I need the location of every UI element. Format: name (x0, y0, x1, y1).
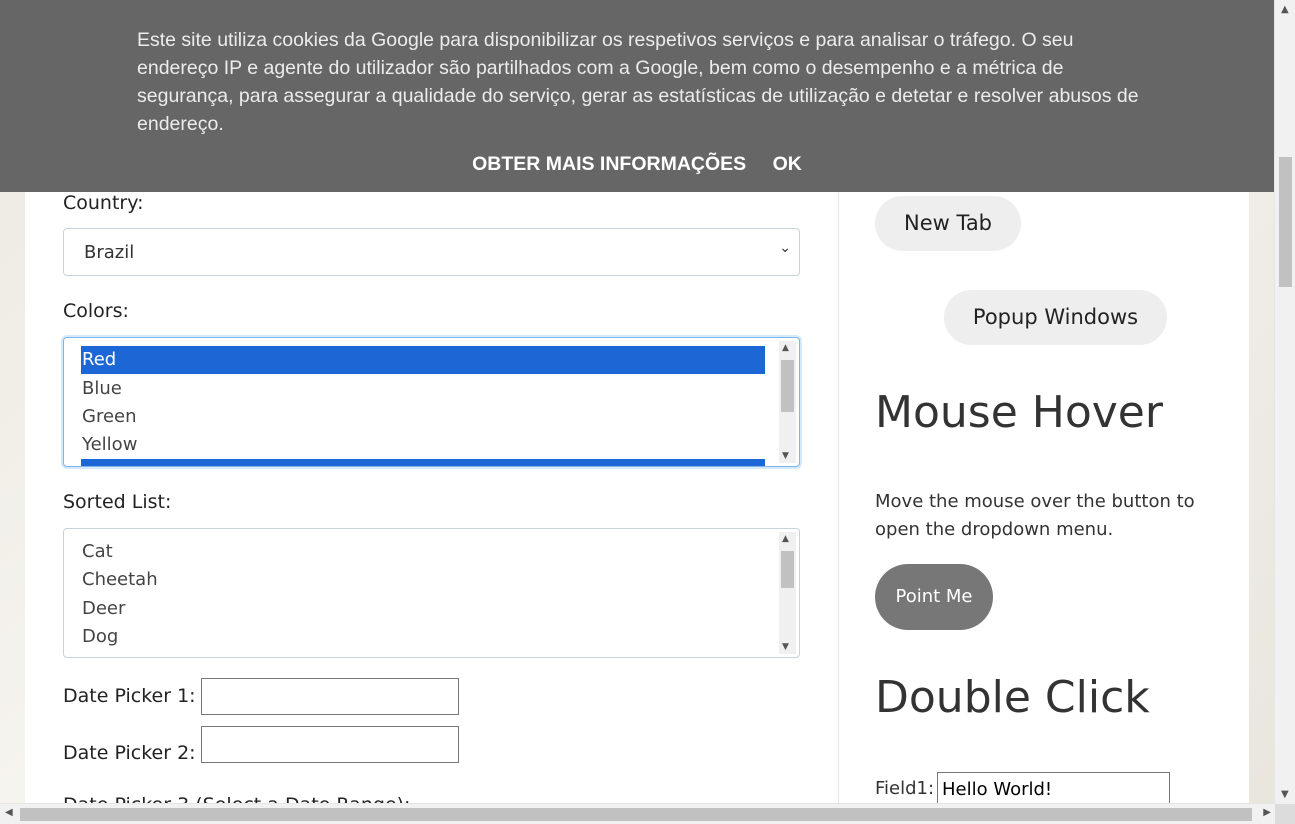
scroll-up-icon[interactable]: ▲ (782, 343, 789, 353)
scroll-thumb[interactable] (781, 551, 794, 588)
scroll-down-icon[interactable]: ▼ (782, 642, 789, 652)
scrollbar-corner (1275, 804, 1295, 824)
sorted-option-cheetah[interactable]: Cheetah (81, 566, 765, 594)
sorted-option-dog[interactable]: Dog (81, 623, 765, 651)
scroll-down-icon[interactable]: ▼ (1281, 789, 1289, 800)
date-picker-2-input[interactable] (201, 726, 459, 763)
point-me-button[interactable]: Point Me (875, 564, 993, 630)
sorted-option-cat[interactable]: Cat (81, 538, 765, 566)
colors-label: Colors: (63, 300, 129, 322)
cookie-banner: Este site utiliza cookies da Google para… (0, 0, 1274, 192)
colors-option-blue[interactable]: Blue (81, 375, 765, 403)
sorted-listbox[interactable]: Cat Cheetah Deer Dog ▲ ▼ (63, 528, 800, 658)
scroll-down-icon[interactable]: ▼ (782, 451, 789, 461)
mouse-hover-heading: Mouse Hover (875, 387, 1163, 438)
new-tab-button[interactable]: New Tab (875, 196, 1021, 251)
chevron-down-icon: ⌄ (779, 240, 791, 256)
colors-option-green[interactable]: Green (81, 403, 765, 431)
country-select-value: Brazil (84, 242, 135, 263)
cookie-actions: OBTER MAIS INFORMAÇÕES OK (0, 153, 1274, 176)
page-vertical-scrollbar[interactable]: ▲ ▼ (1274, 0, 1295, 804)
more-info-link[interactable]: OBTER MAIS INFORMAÇÕES (472, 153, 746, 176)
scroll-thumb[interactable] (781, 360, 794, 412)
scroll-up-icon[interactable]: ▲ (782, 534, 789, 544)
country-select[interactable]: Brazil ⌄ (63, 228, 800, 276)
colors-option-red[interactable]: Red (81, 346, 765, 374)
colors-listbox[interactable]: Red Blue Green Yellow ▲ ▼ (63, 337, 800, 467)
cookie-ok-button[interactable]: OK (773, 153, 802, 176)
scroll-up-icon[interactable]: ▲ (1281, 4, 1289, 15)
date-picker-1-label: Date Picker 1: (63, 685, 196, 707)
page-horizontal-scrollbar[interactable]: ◀ ▶ (0, 803, 1275, 824)
scroll-right-icon[interactable]: ▶ (1263, 807, 1271, 818)
sorted-option-deer[interactable]: Deer (81, 595, 765, 623)
scroll-left-icon[interactable]: ◀ (5, 807, 13, 818)
colors-scrollbar[interactable]: ▲ ▼ (779, 341, 796, 463)
popup-windows-button[interactable]: Popup Windows (944, 290, 1167, 345)
date-picker-1-input[interactable] (201, 678, 459, 715)
cookie-message: Este site utiliza cookies da Google para… (137, 29, 1139, 135)
field1-input[interactable]: Hello World! (937, 772, 1170, 806)
colors-option-partial-selected[interactable] (81, 459, 765, 466)
country-label: Country: (63, 192, 144, 214)
scroll-thumb[interactable] (1279, 157, 1292, 287)
date-picker-2-label: Date Picker 2: (63, 742, 196, 764)
mouse-hover-description: Move the mouse over the button to open t… (875, 491, 1195, 540)
colors-option-yellow[interactable]: Yellow (81, 431, 765, 459)
scroll-thumb[interactable] (20, 808, 1252, 821)
sorted-scrollbar[interactable]: ▲ ▼ (779, 532, 796, 654)
double-click-heading: Double Click (875, 672, 1150, 723)
sorted-list-label: Sorted List: (63, 491, 172, 513)
field1-label: Field1: (875, 778, 935, 799)
